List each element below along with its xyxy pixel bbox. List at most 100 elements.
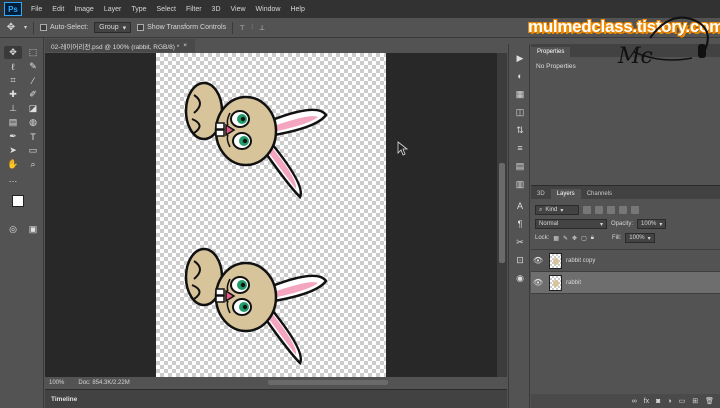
timeline-panel-tab[interactable]: Timeline [45, 389, 507, 408]
add-mask-icon[interactable]: ◙ [656, 398, 660, 405]
menu-edit[interactable]: Edit [47, 6, 69, 13]
paragraph-icon[interactable]: ▤ [509, 158, 531, 174]
filter-type-icon[interactable] [607, 206, 615, 214]
opacity-field[interactable]: 100% ▾ [637, 219, 667, 229]
character-icon[interactable]: ▥ [509, 176, 531, 192]
gradient-tool-icon[interactable]: ▤ [4, 116, 22, 129]
transform-controls-option[interactable]: Show Transform Controls [137, 24, 226, 31]
photoshop-logo: Ps [4, 2, 22, 16]
tab-properties[interactable]: Properties [531, 47, 571, 57]
fill-field[interactable]: 100% ▾ [625, 233, 655, 243]
visibility-eye-icon[interactable]: 👁︎ [531, 256, 545, 265]
tool-preset-chevron-icon[interactable]: ▾ [24, 24, 27, 31]
link-layers-icon[interactable]: ∞ [632, 398, 637, 405]
document-tab[interactable]: 02-레이어리전.psd @ 100% (rabbit, RGB/8) * × [45, 39, 195, 52]
auto-select-checkbox[interactable] [40, 24, 48, 31]
eyedropper-tool-icon[interactable]: ⁄ [24, 74, 42, 87]
lasso-tool-icon[interactable]: ℓ [4, 60, 22, 73]
adjustments-icon[interactable]: ◫ [509, 104, 531, 120]
filter-pixel-icon[interactable] [583, 206, 591, 214]
transform-controls-checkbox[interactable] [137, 24, 145, 31]
menu-type[interactable]: Type [126, 6, 151, 13]
pen-tool-icon[interactable]: ✒ [4, 130, 22, 143]
type-options-icon[interactable]: A [509, 198, 531, 214]
layer-kind-filter[interactable]: ⌕ Kind ▾ [535, 205, 579, 215]
align-top-icon[interactable]: ⊤ [239, 24, 245, 32]
chevron-down-icon: ▾ [599, 221, 603, 228]
align-middle-icon[interactable]: ⫶ [251, 24, 253, 32]
close-icon[interactable]: × [183, 42, 187, 49]
auto-select-value: Group [99, 24, 119, 31]
more-tools-icon[interactable]: … [4, 172, 22, 185]
vertical-scrollbar[interactable] [497, 53, 507, 377]
blend-mode-select[interactable]: Normal ▾ [535, 219, 607, 229]
clone-source-icon[interactable]: ⊡ [509, 252, 531, 268]
tab-layers[interactable]: Layers [550, 189, 581, 199]
rectangle-tool-icon[interactable]: ▭ [24, 144, 42, 157]
healing-brush-icon[interactable]: ✚ [4, 88, 22, 101]
paragraph-styles-icon[interactable]: ¶ [509, 216, 531, 232]
type-tool-icon[interactable]: T [24, 130, 42, 143]
delete-layer-icon[interactable]: 🗑︎ [705, 397, 714, 405]
menu-image[interactable]: Image [69, 6, 98, 13]
menu-select[interactable]: Select [152, 6, 181, 13]
quick-select-tool-icon[interactable]: ✎ [24, 60, 42, 73]
clone-stamp-icon[interactable]: ⊥ [4, 102, 22, 115]
tab-3d[interactable]: 3D [531, 189, 551, 199]
layer-row-rabbit-copy[interactable]: 👁︎ rabbit copy [531, 250, 720, 272]
quick-mask-icon[interactable]: ◎ [4, 223, 22, 236]
menu-help[interactable]: Help [285, 6, 309, 13]
brush-presets-icon[interactable]: ≡ [509, 140, 531, 156]
color-swatches[interactable] [4, 195, 40, 219]
layer-row-rabbit[interactable]: 👁︎ rabbit [531, 272, 720, 294]
move-tool-icon[interactable]: ✥ [4, 21, 18, 35]
visibility-eye-icon[interactable]: 👁︎ [531, 278, 545, 287]
align-bottom-icon[interactable]: ⊥ [259, 24, 265, 32]
auto-select-dropdown[interactable]: Group ▾ [94, 22, 132, 33]
color-icon[interactable]: ◐ [509, 68, 531, 84]
libraries-icon[interactable]: ◉ [509, 270, 531, 286]
document-canvas[interactable] [156, 53, 386, 377]
blur-tool-icon[interactable]: ◍ [24, 116, 42, 129]
eraser-tool-icon[interactable]: ◪ [24, 102, 42, 115]
menu-filter[interactable]: Filter [181, 6, 207, 13]
adjustment-layer-icon[interactable]: ◑ [667, 398, 671, 405]
layer-style-icon[interactable]: fx [644, 398, 649, 405]
styles-icon[interactable]: ⇅ [509, 122, 531, 138]
zoom-level[interactable]: 100% [49, 380, 64, 386]
lock-pixels-icon[interactable]: ✎ [563, 235, 568, 242]
menu-view[interactable]: View [226, 6, 251, 13]
document-title: 02-레이어리전.psd @ 100% (rabbit, RGB/8) * [51, 43, 180, 51]
vertical-scroll-thumb[interactable] [499, 163, 505, 263]
menu-3d[interactable]: 3D [207, 6, 226, 13]
swatches-icon[interactable]: ▦ [509, 86, 531, 102]
menu-window[interactable]: Window [251, 6, 286, 13]
history-icon[interactable]: ▶ [509, 50, 531, 66]
menu-layer[interactable]: Layer [99, 6, 127, 13]
auto-select-option[interactable]: Auto-Select: [40, 24, 88, 31]
marquee-tool-icon[interactable]: ⬚ [24, 46, 42, 59]
filter-smart-object-icon[interactable] [631, 206, 639, 214]
hand-tool-icon[interactable]: ✋ [4, 158, 22, 171]
zoom-tool-icon[interactable]: ⌕ [24, 158, 42, 171]
new-layer-icon[interactable]: ⊞ [692, 397, 698, 405]
canvas-area[interactable] [45, 53, 497, 377]
tab-channels[interactable]: Channels [581, 189, 618, 199]
lock-position-icon[interactable]: ✥ [572, 235, 577, 242]
screen-mode-icon[interactable]: ▣ [24, 223, 42, 236]
lock-all-icon[interactable]: 🔒︎ [591, 235, 594, 242]
kind-label: Kind [545, 207, 558, 213]
foreground-color-swatch[interactable] [12, 195, 24, 207]
tool-presets-icon[interactable]: ✂ [509, 234, 531, 250]
new-group-icon[interactable]: ▭ [679, 397, 686, 405]
path-select-icon[interactable]: ➤ [4, 144, 22, 157]
horizontal-scroll-thumb[interactable] [268, 380, 388, 385]
filter-shape-icon[interactable] [619, 206, 627, 214]
filter-adjustment-icon[interactable] [595, 206, 603, 214]
move-tool-icon[interactable]: ✥ [4, 46, 22, 59]
lock-artboard-icon[interactable]: ▢ [581, 235, 587, 242]
brush-tool-icon[interactable]: ✐ [24, 88, 42, 101]
lock-transparency-icon[interactable]: ▦ [553, 235, 559, 242]
menu-file[interactable]: File [26, 6, 47, 13]
crop-tool-icon[interactable]: ⌗ [4, 74, 22, 87]
